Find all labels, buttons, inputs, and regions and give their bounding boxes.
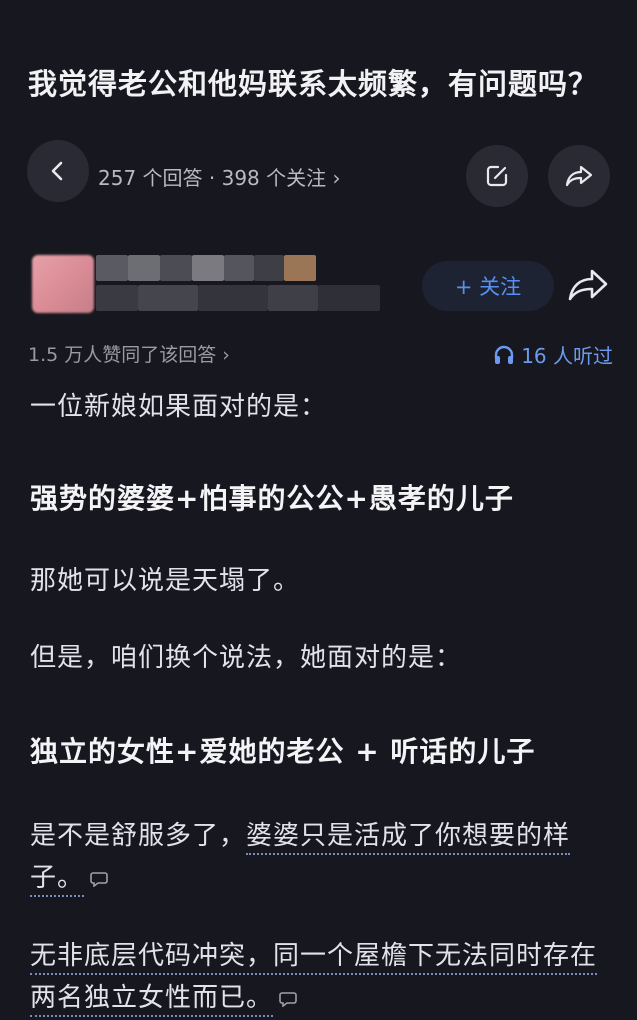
share-button[interactable]	[548, 145, 610, 207]
author-bio-mosaic	[318, 285, 380, 311]
author-name-mosaic	[128, 255, 160, 281]
author-bio-mosaic	[268, 285, 318, 311]
author-bio-mosaic	[198, 285, 268, 311]
author-name-mosaic	[160, 255, 192, 281]
question-meta-row: 257 个回答 · 398 个关注 ›	[0, 140, 637, 210]
author-name-mosaic	[224, 255, 254, 281]
author-badge-mosaic	[284, 255, 316, 281]
annotated-text[interactable]: 无非底层代码冲突，同一个屋檐下无法同时存在两名独立女性而已。	[30, 941, 598, 1017]
author-bio-mosaic	[96, 285, 138, 311]
answer-paragraph: 那她可以说是天塌了。	[30, 566, 301, 596]
avatar[interactable]	[32, 255, 94, 313]
answer-paragraph: 无非底层代码冲突，同一个屋檐下无法同时存在两名独立女性而已。	[30, 935, 610, 1020]
chevron-left-icon	[51, 161, 63, 181]
listens-badge[interactable]: 16 人听过	[493, 340, 613, 369]
share-icon	[568, 269, 608, 301]
edit-icon	[486, 165, 508, 187]
answer-paragraph: 是不是舒服多了，婆婆只是活成了你想要的样子。	[30, 815, 610, 900]
author-name-mosaic	[254, 255, 284, 281]
likes-count[interactable]: 1.5 万人赞同了该回答 ›	[28, 344, 230, 366]
back-button[interactable]	[27, 140, 89, 202]
answer-paragraph: 但是，咱们换个说法，她面对的是：	[30, 643, 463, 673]
listens-count: 16 人听过	[521, 344, 613, 368]
comment-icon[interactable]	[90, 858, 108, 900]
answer-text: 是不是舒服多了，	[30, 821, 247, 851]
question-stats[interactable]: 257 个回答 · 398 个关注 ›	[98, 162, 341, 191]
follow-button[interactable]: + 关注	[422, 261, 554, 311]
answer-paragraph-bold: 独立的女性+爱她的老公 + 听话的儿子	[30, 735, 536, 768]
answer-paragraph: 一位新娘如果面对的是：	[30, 392, 328, 422]
answer-share-button[interactable]	[566, 265, 612, 305]
answer-paragraph-bold: 强势的婆婆+怕事的公公+愚孝的儿子	[30, 482, 514, 515]
edit-button[interactable]	[466, 145, 528, 207]
headphones-icon	[494, 345, 514, 364]
author-name-mosaic	[192, 255, 224, 281]
share-icon	[565, 165, 593, 187]
answer-meta-row: 1.5 万人赞同了该回答 › 16 人听过	[28, 340, 613, 370]
comment-icon[interactable]	[279, 978, 297, 1020]
author-name-mosaic[interactable]	[96, 255, 128, 281]
question-title[interactable]: 我觉得老公和他妈联系太频繁，有问题吗？	[28, 62, 618, 106]
author-row: + 关注	[0, 245, 637, 325]
author-bio-mosaic	[138, 285, 198, 311]
